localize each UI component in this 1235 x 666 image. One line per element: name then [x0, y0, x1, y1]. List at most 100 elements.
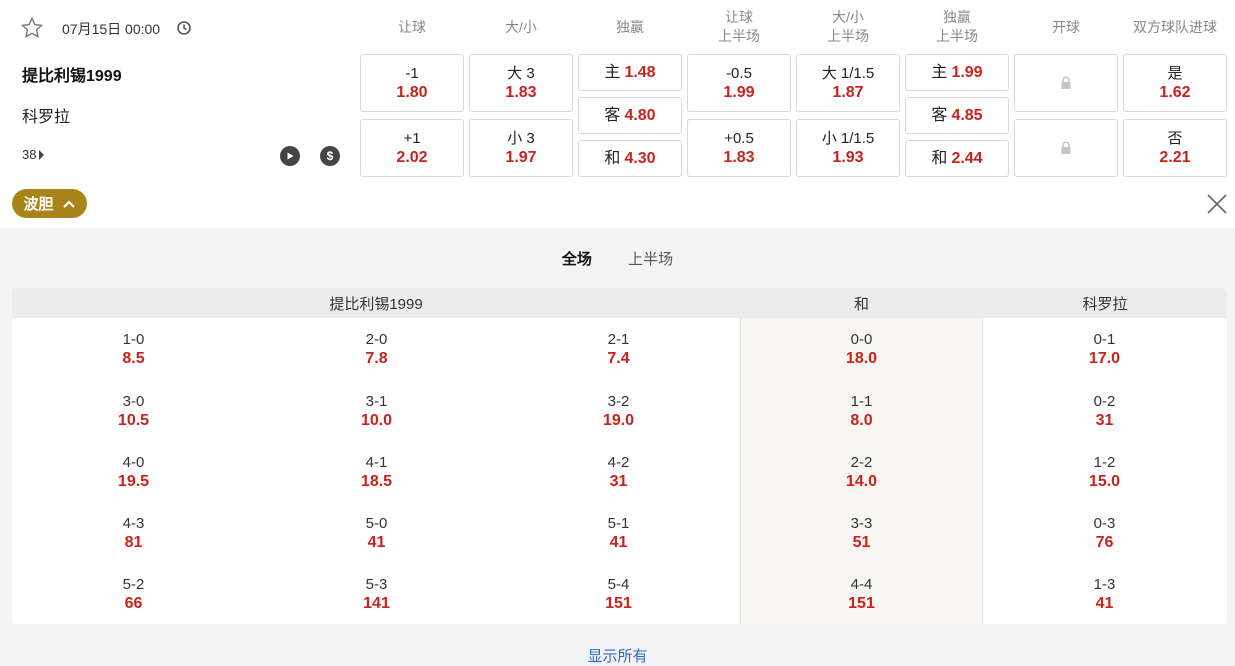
show-all-link[interactable]: 显示所有: [0, 645, 1235, 666]
odds-cell-under[interactable]: 小 3 1.97: [469, 119, 573, 177]
score-label: 3-3: [850, 515, 873, 532]
header-home-team: 提比利锡1999: [12, 288, 740, 318]
col-header-over-under-ht: 大/小 上半场: [827, 9, 869, 44]
score-odds: 41: [1095, 595, 1114, 612]
score-cell-draw[interactable]: 2-2 14.0: [740, 453, 983, 491]
score-cell-away[interactable]: 1-2 15.0: [983, 453, 1226, 491]
dollar-icon[interactable]: $: [320, 146, 340, 166]
score-label: 5-2: [122, 576, 145, 593]
score-cell-away[interactable]: 1-3 41: [983, 575, 1226, 613]
score-cell-away[interactable]: 0-1 17.0: [983, 330, 1226, 368]
score-odds: 15.0: [1088, 473, 1121, 490]
header-draw: 和: [740, 288, 983, 318]
score-label: 0-1: [1093, 331, 1116, 348]
odds-cell-handicap-ht-home[interactable]: -0.5 1.99: [687, 54, 791, 112]
odds-cell-ml-ht-home[interactable]: 主 1.99: [905, 54, 1009, 91]
score-cell-home[interactable]: 3-1 10.0: [255, 392, 498, 430]
play-icon[interactable]: [280, 146, 300, 166]
score-cell-home[interactable]: 5-4 151: [497, 575, 740, 613]
score-cell-draw[interactable]: 3-3 51: [740, 514, 983, 552]
odds-cell-handicap-home[interactable]: -1 1.80: [360, 54, 464, 112]
score-cell-home[interactable]: 1-0 8.5: [12, 330, 255, 368]
score-label: 0-0: [850, 331, 873, 348]
score-odds: 76: [1095, 534, 1114, 551]
score-cell-home[interactable]: 4-0 19.5: [12, 453, 255, 491]
score-cell-away[interactable]: 0-3 76: [983, 514, 1226, 552]
score-label: 1-2: [1093, 454, 1116, 471]
score-label: 3-0: [122, 393, 145, 410]
score-cell-draw[interactable]: 4-4 151: [740, 575, 983, 613]
period-tabs: 全场 上半场: [0, 248, 1235, 269]
score-label: 5-4: [607, 576, 630, 593]
score-odds: 19.5: [117, 473, 150, 490]
score-label: 3-2: [607, 393, 630, 410]
score-label: 2-2: [850, 454, 873, 471]
col-header-over-under: 大/小: [505, 18, 537, 35]
score-odds: 81: [124, 534, 143, 551]
score-label: 5-1: [607, 515, 630, 532]
score-odds: 51: [852, 534, 871, 551]
odds-cell-ml-draw[interactable]: 和 4.30: [578, 140, 682, 177]
score-odds: 31: [1095, 412, 1114, 429]
tab-full-time[interactable]: 全场: [562, 248, 592, 269]
score-cell-home[interactable]: 4-1 18.5: [255, 453, 498, 491]
odds-cell-kickoff-locked: [1014, 119, 1118, 177]
score-label: 0-3: [1093, 515, 1116, 532]
score-odds: 8.0: [850, 412, 873, 429]
close-icon[interactable]: [1205, 192, 1229, 216]
score-odds: 7.8: [365, 350, 388, 367]
score-odds: 14.0: [845, 473, 878, 490]
score-odds: 17.0: [1088, 350, 1121, 367]
odds-cell-ml-home[interactable]: 主 1.48: [578, 54, 682, 91]
lock-icon: [1061, 141, 1071, 154]
score-odds: 41: [609, 534, 628, 551]
score-label: 4-1: [365, 454, 388, 471]
header-away-team: 科罗拉: [983, 288, 1227, 318]
score-odds: 10.0: [360, 412, 393, 429]
score-odds: 31: [609, 473, 628, 490]
score-cell-home[interactable]: 3-2 19.0: [497, 392, 740, 430]
odds-cell-btts-yes[interactable]: 是 1.62: [1123, 54, 1227, 112]
score-cell-draw[interactable]: 1-1 8.0: [740, 392, 983, 430]
odds-cell-ml-away[interactable]: 客 4.80: [578, 97, 682, 134]
score-cell-draw[interactable]: 0-0 18.0: [740, 330, 983, 368]
caret-right-icon: [39, 149, 45, 160]
col-header-kickoff: 开球: [1052, 18, 1080, 35]
col-header-handicap-ht: 让球 上半场: [718, 9, 760, 44]
score-cell-home[interactable]: 5-3 141: [255, 575, 498, 613]
score-label: 4-3: [122, 515, 145, 532]
score-odds: 66: [124, 595, 143, 612]
odds-cell-ml-ht-away[interactable]: 客 4.85: [905, 97, 1009, 134]
score-label: 1-3: [1093, 576, 1116, 593]
score-label: 4-4: [850, 576, 873, 593]
score-odds: 8.5: [122, 350, 145, 367]
score-odds: 141: [363, 595, 390, 612]
correct-score-toggle-button[interactable]: 波胆: [12, 189, 87, 218]
score-cell-home[interactable]: 5-1 41: [497, 514, 740, 552]
odds-cell-over[interactable]: 大 3 1.83: [469, 54, 573, 112]
lock-icon: [1061, 76, 1071, 89]
tab-first-half[interactable]: 上半场: [628, 248, 673, 269]
score-cell-home[interactable]: 2-1 7.4: [497, 330, 740, 368]
score-odds: 19.0: [602, 412, 635, 429]
odds-cell-ml-ht-draw[interactable]: 和 2.44: [905, 140, 1009, 177]
score-cell-home[interactable]: 4-3 81: [12, 514, 255, 552]
score-cell-home[interactable]: 5-0 41: [255, 514, 498, 552]
score-label: 3-1: [365, 393, 388, 410]
odds-cell-handicap-away[interactable]: +1 2.02: [360, 119, 464, 177]
star-icon[interactable]: [20, 16, 44, 40]
score-cell-home[interactable]: 3-0 10.5: [12, 392, 255, 430]
odds-cell-handicap-ht-away[interactable]: +0.5 1.83: [687, 119, 791, 177]
score-label: 5-3: [365, 576, 388, 593]
odds-cell-under-ht[interactable]: 小 1/1.5 1.93: [796, 119, 900, 177]
score-label: 2-0: [365, 331, 388, 348]
score-cell-away[interactable]: 0-2 31: [983, 392, 1226, 430]
correct-score-table: 提比利锡1999 和 科罗拉 1-0 8.5 2-0 7.8 2-1 7.4 3-0 10.5…: [12, 288, 1227, 624]
odds-cell-over-ht[interactable]: 大 1/1.5 1.87: [796, 54, 900, 112]
score-cell-home[interactable]: 5-2 66: [12, 575, 255, 613]
score-cell-home[interactable]: 4-2 31: [497, 453, 740, 491]
odds-cell-btts-no[interactable]: 否 2.21: [1123, 119, 1227, 177]
match-row: 07月15日 00:00 提比利锡1999 科罗拉 38 $ 让球 大/小 独赢…: [0, 0, 1235, 228]
more-markets-count[interactable]: 38: [22, 147, 45, 162]
score-cell-home[interactable]: 2-0 7.8: [255, 330, 498, 368]
